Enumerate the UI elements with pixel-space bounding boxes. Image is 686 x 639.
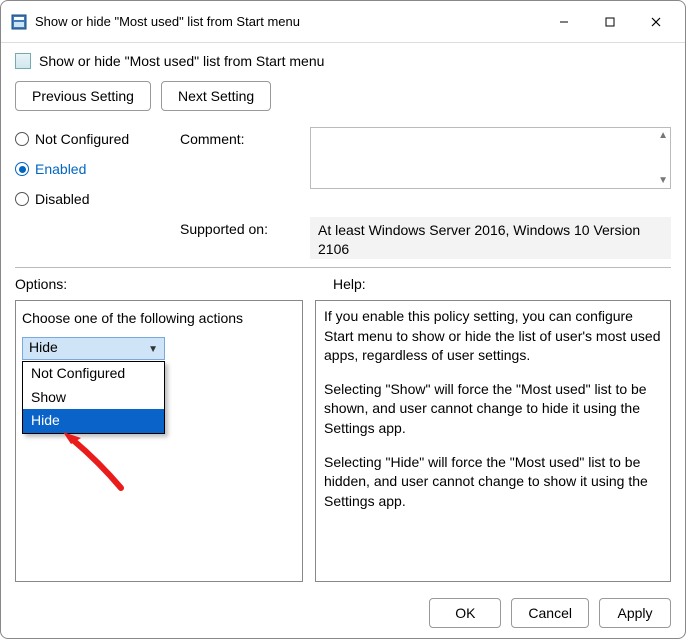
minimize-button[interactable] <box>541 6 587 38</box>
options-prompt: Choose one of the following actions <box>22 309 296 329</box>
help-paragraph-1: If you enable this policy setting, you c… <box>324 307 662 366</box>
next-setting-button[interactable]: Next Setting <box>161 81 271 111</box>
help-paragraph-3: Selecting "Hide" will force the "Most us… <box>324 453 662 512</box>
action-select-dropdown[interactable]: Not Configured Show Hide <box>22 361 165 434</box>
ok-button[interactable]: OK <box>429 598 501 628</box>
help-label: Help: <box>315 276 366 292</box>
divider <box>15 267 671 268</box>
previous-setting-button[interactable]: Previous Setting <box>15 81 151 111</box>
radio-disabled[interactable]: Disabled <box>15 191 180 207</box>
action-select[interactable]: Hide ▼ <box>22 337 165 360</box>
action-select-value: Hide <box>29 338 58 358</box>
close-button[interactable] <box>633 6 679 38</box>
window-title: Show or hide "Most used" list from Start… <box>35 14 300 29</box>
maximize-button[interactable] <box>587 6 633 38</box>
apply-button[interactable]: Apply <box>599 598 671 628</box>
help-paragraph-2: Selecting "Show" will force the "Most us… <box>324 380 662 439</box>
supported-label: Supported on: <box>180 217 310 237</box>
page-title: Show or hide "Most used" list from Start… <box>39 53 324 69</box>
comment-label: Comment: <box>180 127 310 147</box>
radio-disabled-label: Disabled <box>35 191 89 207</box>
cancel-button[interactable]: Cancel <box>511 598 589 628</box>
action-option-show[interactable]: Show <box>23 386 164 410</box>
options-panel: Choose one of the following actions Hide… <box>15 300 303 582</box>
action-option-not-configured[interactable]: Not Configured <box>23 362 164 386</box>
policy-icon <box>15 53 31 69</box>
options-label: Options: <box>15 276 315 292</box>
supported-on-text: At least Windows Server 2016, Windows 10… <box>310 217 671 259</box>
radio-not-configured[interactable]: Not Configured <box>15 131 180 147</box>
chevron-down-icon: ▼ <box>148 343 158 357</box>
app-icon <box>11 14 27 30</box>
comment-scroll-down[interactable]: ▼ <box>658 175 668 186</box>
comment-scroll-up[interactable]: ▲ <box>658 130 668 141</box>
comment-input[interactable]: ▲ ▼ <box>310 127 671 189</box>
help-panel: If you enable this policy setting, you c… <box>315 300 671 582</box>
radio-enabled[interactable]: Enabled <box>15 161 180 177</box>
radio-not-configured-label: Not Configured <box>35 131 129 147</box>
radio-enabled-label: Enabled <box>35 161 86 177</box>
action-option-hide[interactable]: Hide <box>23 409 164 433</box>
